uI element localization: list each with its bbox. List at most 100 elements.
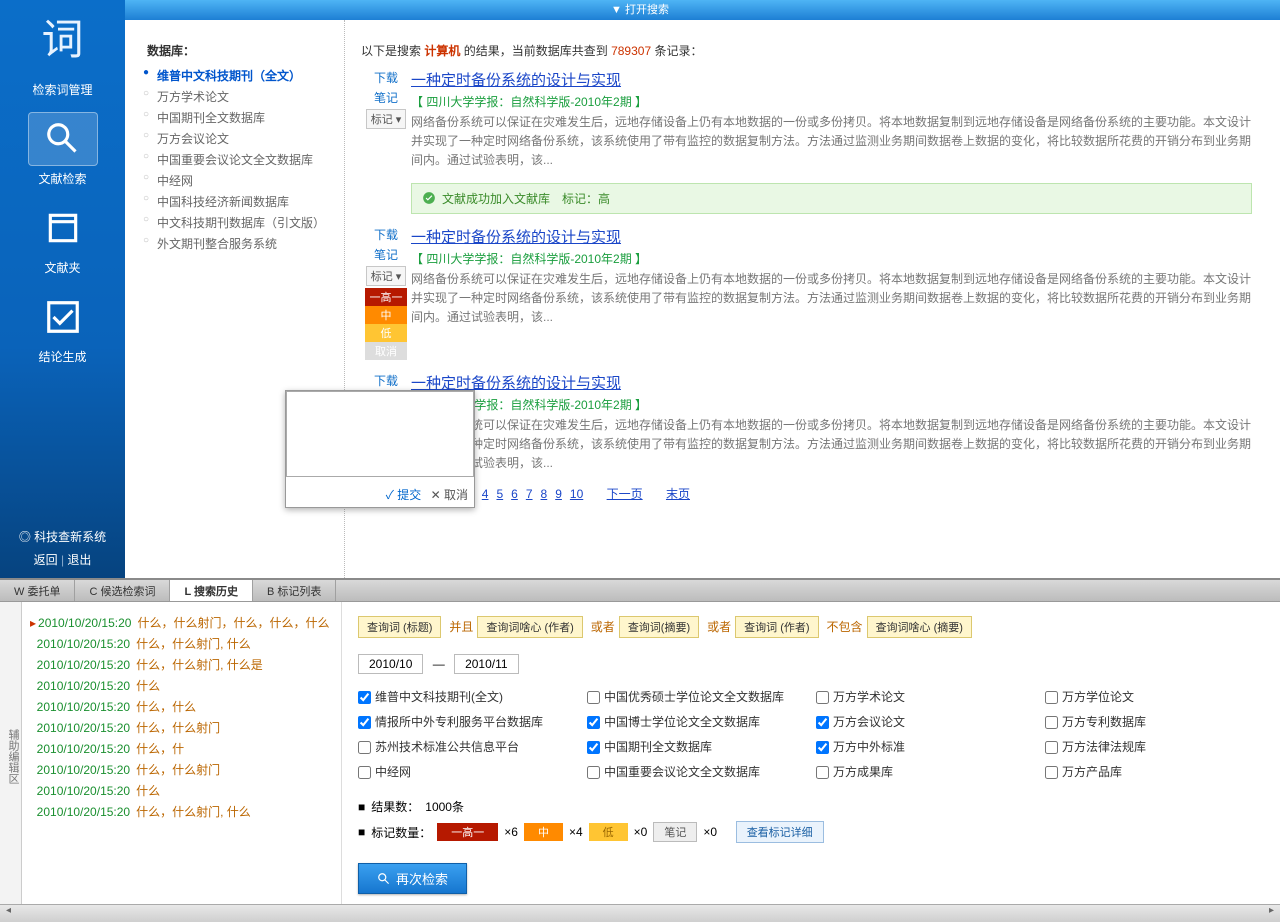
- date-from[interactable]: 2010/10: [358, 654, 423, 674]
- history-row[interactable]: 2010/10/20/15:20什么，什么射门: [30, 759, 333, 780]
- db-item[interactable]: 万方会议论文: [147, 128, 334, 149]
- bottom-panel: W 委托单 C 候选检索词 L 搜索历史 B 标记列表 辅助编辑区 ▸2010/…: [0, 578, 1280, 922]
- open-search-toggle[interactable]: ▼ 打开搜索: [0, 0, 1280, 20]
- nav-conclusion[interactable]: 结论生成: [0, 290, 125, 365]
- db-item[interactable]: 中经网: [147, 170, 334, 191]
- pager-next[interactable]: 下一页: [607, 487, 643, 501]
- history-row[interactable]: 2010/10/20/15:20什么，什么射门, 什么: [30, 801, 333, 822]
- globe-icon: ◎: [19, 530, 31, 544]
- left-sidebar: 词 检索词管理 文献检索 文献夹 结论生成 ◎ 科技查新系统 返回 | 退出: [0, 0, 125, 578]
- research-button[interactable]: 再次检索: [358, 863, 467, 894]
- db-item[interactable]: 中文科技期刊数据库（引文版）: [147, 212, 334, 233]
- query-badge[interactable]: 查询词 (标题): [358, 616, 441, 638]
- db-checkbox[interactable]: 万方产品库: [1045, 763, 1264, 780]
- db-checkbox[interactable]: 情报所中外专利服务平台数据库: [358, 713, 577, 730]
- tag-low[interactable]: 低: [365, 324, 407, 342]
- download-link[interactable]: 下载: [361, 69, 411, 86]
- note-submit[interactable]: ✓ 提交: [386, 488, 422, 502]
- check-circle-icon: [422, 191, 436, 205]
- tag-mid[interactable]: 中: [365, 306, 407, 324]
- db-item[interactable]: 万方学术论文: [147, 86, 334, 107]
- db-checkbox[interactable]: 苏州技术标准公共信息平台: [358, 738, 577, 755]
- tag-dropdown[interactable]: 标记 ▾: [366, 266, 407, 286]
- exit-link[interactable]: 退出: [67, 553, 91, 567]
- record-count: 789307: [611, 44, 651, 58]
- download-link[interactable]: 下载: [361, 372, 411, 389]
- system-link[interactable]: 科技查新系统: [34, 530, 106, 544]
- check-icon: [28, 290, 98, 344]
- db-checkbox[interactable]: 万方法律法规库: [1045, 738, 1264, 755]
- history-row[interactable]: 2010/10/20/15:20什么: [30, 780, 333, 801]
- tab-delegate[interactable]: W 委托单: [0, 580, 75, 601]
- nav-label: 文献夹: [0, 259, 125, 276]
- db-checkbox[interactable]: 万方学位论文: [1045, 688, 1264, 705]
- history-row[interactable]: ▸2010/10/20/15:20什么，什么射门，什么，什么，什么: [30, 612, 333, 633]
- query-badge[interactable]: 查询词(摘要): [619, 616, 699, 638]
- query-badge[interactable]: 查询词啥心 (作者): [477, 616, 582, 638]
- note-link[interactable]: 笔记: [361, 246, 411, 263]
- date-sep: —: [433, 657, 445, 671]
- pager-last[interactable]: 末页: [666, 487, 690, 501]
- result-item: 下载 笔记 标记 ▾一种定时备份系统的设计与实现 【 四川大学学报：自然科学版-…: [361, 69, 1252, 171]
- pager-page[interactable]: 4: [482, 487, 489, 501]
- tab-tags[interactable]: B 标记列表: [253, 580, 336, 601]
- pager-page[interactable]: 6: [511, 487, 518, 501]
- nav-label: 文献检索: [0, 170, 125, 187]
- note-cancel[interactable]: ✕ 取消: [431, 488, 468, 502]
- nav-literature-search[interactable]: 文献检索: [0, 112, 125, 187]
- result-title[interactable]: 一种定时备份系统的设计与实现: [411, 226, 1252, 247]
- pager-page[interactable]: 9: [555, 487, 562, 501]
- db-item[interactable]: 中国期刊全文数据库: [147, 107, 334, 128]
- result-abstract: 网络备份系统可以保证在灾难发生后，远地存储设备上仍有本地数据的一份或多份拷贝。将…: [411, 416, 1252, 474]
- history-row[interactable]: 2010/10/20/15:20什么，什么: [30, 696, 333, 717]
- result-title[interactable]: 一种定时备份系统的设计与实现: [411, 69, 1252, 90]
- db-checkbox[interactable]: 中国博士学位论文全文数据库: [587, 713, 806, 730]
- result-title[interactable]: 一种定时备份系统的设计与实现: [411, 372, 1252, 393]
- query-badge[interactable]: 查询词啥心 (摘要): [867, 616, 972, 638]
- query-operator: 或者: [591, 620, 615, 634]
- result-item: 下载 笔记 标记 ▾一高一中低取消一种定时备份系统的设计与实现 【 四川大学学报…: [361, 226, 1252, 360]
- result-count-value: 1000条: [425, 798, 464, 815]
- db-checkbox[interactable]: 万方专利数据库: [1045, 713, 1264, 730]
- tag-high[interactable]: 一高一: [365, 288, 407, 306]
- history-row[interactable]: 2010/10/20/15:20什么，什么射门, 什么是: [30, 654, 333, 675]
- date-to[interactable]: 2010/11: [454, 654, 519, 674]
- history-row[interactable]: 2010/10/20/15:20什么: [30, 675, 333, 696]
- db-checkbox[interactable]: 中国重要会议论文全文数据库: [587, 763, 806, 780]
- nav-folder[interactable]: 文献夹: [0, 201, 125, 276]
- pager-page[interactable]: 7: [526, 487, 533, 501]
- tab-candidates[interactable]: C 候选检索词: [75, 580, 170, 601]
- db-checkbox[interactable]: 中国期刊全文数据库: [587, 738, 806, 755]
- download-link[interactable]: 下载: [361, 226, 411, 243]
- tag-dropdown[interactable]: 标记 ▾: [366, 109, 407, 129]
- db-item[interactable]: 中国重要会议论文全文数据库: [147, 149, 334, 170]
- db-checkbox[interactable]: 万方中外标准: [816, 738, 1035, 755]
- db-item[interactable]: 中国科技经济新闻数据库: [147, 191, 334, 212]
- query-badge[interactable]: 查询词 (作者): [735, 616, 818, 638]
- history-row[interactable]: 2010/10/20/15:20什么，什么射门: [30, 717, 333, 738]
- note-link[interactable]: 笔记: [361, 89, 411, 106]
- db-checkbox[interactable]: 中国优秀硕士学位论文全文数据库: [587, 688, 806, 705]
- pager-page[interactable]: 5: [496, 487, 503, 501]
- db-item[interactable]: 外文期刊整合服务系统: [147, 233, 334, 254]
- pager-page[interactable]: 8: [541, 487, 548, 501]
- tag-cancel[interactable]: 取消: [365, 342, 407, 360]
- query-operator: 或者: [707, 620, 731, 634]
- view-tags-detail[interactable]: 查看标记详细: [736, 821, 824, 843]
- history-row[interactable]: 2010/10/20/15:20什么，什么射门, 什么: [30, 633, 333, 654]
- db-checkbox[interactable]: 中经网: [358, 763, 577, 780]
- db-item[interactable]: 维普中文科技期刊（全文）: [147, 65, 334, 86]
- search-icon: [28, 112, 98, 166]
- pager-page[interactable]: 10: [570, 487, 583, 501]
- db-checkbox[interactable]: 维普中文科技期刊(全文): [358, 688, 577, 705]
- history-row[interactable]: 2010/10/20/15:20什么，什: [30, 738, 333, 759]
- result-abstract: 网络备份系统可以保证在灾难发生后，远地存储设备上仍有本地数据的一份或多份拷贝。将…: [411, 270, 1252, 328]
- db-checkbox[interactable]: 万方会议论文: [816, 713, 1035, 730]
- db-checkbox[interactable]: 万方学术论文: [816, 688, 1035, 705]
- db-checkbox[interactable]: 万方成果库: [816, 763, 1035, 780]
- tab-history[interactable]: L 搜索历史: [170, 580, 253, 601]
- back-link[interactable]: 返回: [34, 553, 58, 567]
- nav-search-terms[interactable]: 检索词管理: [0, 81, 125, 98]
- pager: 共39466页 12345678910 下一页 末页: [361, 485, 1252, 502]
- note-textarea[interactable]: [286, 391, 474, 477]
